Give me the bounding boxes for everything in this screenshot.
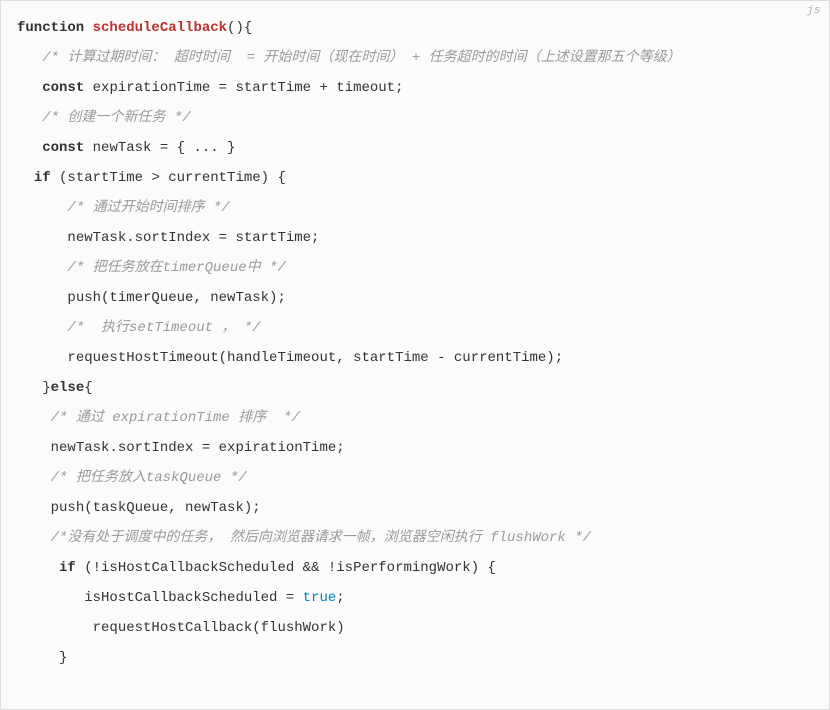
comment: /*没有处于调度中的任务， 然后向浏览器请求一帧，浏览器空闲执行 flushWo…	[51, 530, 591, 546]
comment: /* 把任务放入taskQueue */	[51, 470, 247, 486]
comment: /* 计算过期时间： 超时时间 = 开始时间（现在时间） + 任务超时的时间（上…	[42, 50, 680, 66]
keyword-const: const	[42, 80, 84, 96]
language-tag: js	[807, 5, 821, 17]
code-text: (startTime > currentTime) {	[51, 170, 286, 186]
punct: (){	[227, 20, 252, 36]
comment: /* 通过 expirationTime 排序 */	[51, 410, 300, 426]
code-text: newTask = { ... }	[84, 140, 235, 156]
code-text: }	[42, 380, 50, 396]
comment: /* 把任务放在timerQueue中 */	[67, 260, 285, 276]
comment: /* 创建一个新任务 */	[42, 110, 190, 126]
code-text: push(timerQueue, newTask);	[67, 290, 285, 306]
code-text: expirationTime = startTime + timeout;	[84, 80, 403, 96]
keyword-function: function	[17, 20, 84, 36]
code-text: newTask.sortIndex = expirationTime;	[51, 440, 345, 456]
code-text: isHostCallbackScheduled =	[84, 590, 302, 606]
comment: /* 通过开始时间排序 */	[67, 200, 229, 216]
keyword-else: else	[51, 380, 85, 396]
keyword-if: if	[34, 170, 51, 186]
comment: /* 执行setTimeout ， */	[67, 320, 260, 336]
code-text: }	[59, 650, 67, 666]
punct: {	[84, 380, 92, 396]
keyword-const: const	[42, 140, 84, 156]
punct: ;	[336, 590, 344, 606]
code-block: js function scheduleCallback(){ /* 计算过期时…	[0, 0, 830, 710]
code-text: (!isHostCallbackScheduled && !isPerformi…	[76, 560, 496, 576]
keyword-if: if	[59, 560, 76, 576]
code-text: requestHostTimeout(handleTimeout, startT…	[67, 350, 563, 366]
code-content: function scheduleCallback(){ /* 计算过期时间： …	[17, 13, 813, 710]
function-name: scheduleCallback	[93, 20, 227, 36]
code-text: newTask.sortIndex = startTime;	[67, 230, 319, 246]
code-text: requestHostCallback(flushWork)	[93, 620, 345, 636]
code-text: push(taskQueue, newTask);	[51, 500, 261, 516]
literal-true: true	[303, 590, 337, 606]
